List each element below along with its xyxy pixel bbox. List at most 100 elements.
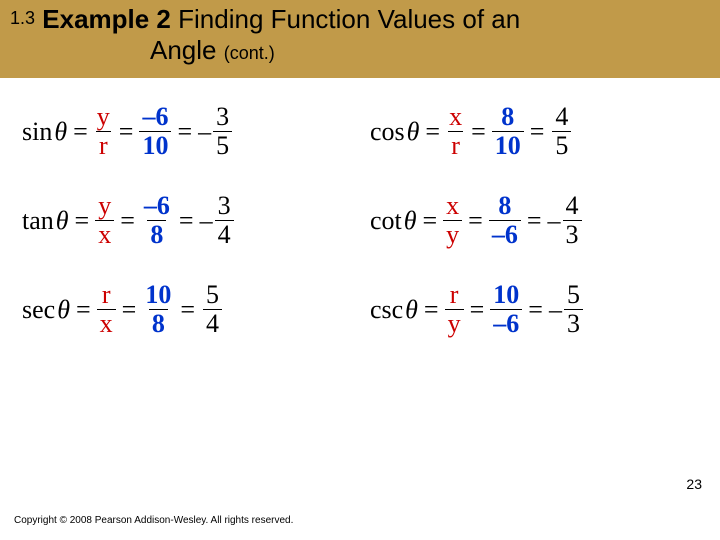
ratio-symbolic: y r bbox=[94, 104, 113, 159]
equals: = bbox=[120, 206, 135, 236]
equals: = bbox=[468, 206, 483, 236]
den: –6 bbox=[490, 309, 522, 337]
theta: θ bbox=[57, 295, 70, 325]
den: –6 bbox=[489, 220, 521, 248]
num: 4 bbox=[563, 193, 582, 220]
ratio-symbolic: x y bbox=[443, 193, 462, 248]
ratio-result: 3 4 bbox=[215, 193, 234, 248]
sec-equation: secθ = r x = 10 8 = 5 4 bbox=[22, 282, 370, 337]
copyright-text: Copyright © 2008 Pearson Addison-Wesley.… bbox=[14, 515, 293, 526]
equals: = bbox=[424, 295, 439, 325]
ratio-result: 4 5 bbox=[552, 104, 571, 159]
fn-name: tan bbox=[22, 206, 54, 236]
num: –6 bbox=[141, 193, 173, 220]
title-part-1: Finding Function Values of an bbox=[171, 4, 520, 34]
cot-equation: cotθ = x y = 8 –6 = – 4 3 bbox=[370, 193, 698, 248]
ratio-numeric: 8 10 bbox=[492, 104, 524, 159]
ratio-result: 5 3 bbox=[564, 282, 583, 337]
equals: = bbox=[73, 117, 88, 147]
equals: = bbox=[119, 117, 134, 147]
cos-equation: cosθ = x r = 8 10 = 4 5 bbox=[370, 104, 698, 159]
num: 8 bbox=[498, 104, 517, 131]
num: r bbox=[99, 282, 114, 309]
equals: = bbox=[179, 206, 194, 236]
ratio-symbolic: r y bbox=[445, 282, 464, 337]
title-part-2: Angle bbox=[150, 35, 217, 65]
ratio-symbolic: y x bbox=[95, 193, 114, 248]
ratio-symbolic: r x bbox=[97, 282, 116, 337]
den: 4 bbox=[203, 309, 222, 337]
fn-name: csc bbox=[370, 295, 403, 325]
equals: = bbox=[180, 295, 195, 325]
theta: θ bbox=[54, 117, 67, 147]
sign: – bbox=[548, 206, 561, 236]
theta: θ bbox=[56, 206, 69, 236]
sin-equation: sinθ = y r = –6 10 = – 3 5 bbox=[22, 104, 370, 159]
den: 8 bbox=[149, 309, 168, 337]
num: 10 bbox=[490, 282, 522, 309]
num: 5 bbox=[564, 282, 583, 309]
sign: – bbox=[200, 206, 213, 236]
theta: θ bbox=[404, 206, 417, 236]
sign: – bbox=[198, 117, 211, 147]
equals: = bbox=[527, 206, 542, 236]
num: –6 bbox=[139, 104, 171, 131]
header-line-2: Angle (cont.) bbox=[10, 35, 710, 66]
theta: θ bbox=[405, 295, 418, 325]
den: 10 bbox=[139, 131, 171, 159]
theta: θ bbox=[407, 117, 420, 147]
equation-row-3: secθ = r x = 10 8 = 5 4 cscθ = r y bbox=[22, 282, 698, 337]
fn-name: cos bbox=[370, 117, 405, 147]
equals: = bbox=[530, 117, 545, 147]
num: 4 bbox=[552, 104, 571, 131]
equals: = bbox=[75, 206, 90, 236]
header-line-1: 1.3 Example 2 Finding Function Values of… bbox=[10, 4, 710, 35]
num: 10 bbox=[142, 282, 174, 309]
ratio-numeric: 10 8 bbox=[142, 282, 174, 337]
den: 3 bbox=[563, 220, 582, 248]
ratio-result: 5 4 bbox=[203, 282, 222, 337]
equation-row-1: sinθ = y r = –6 10 = – 3 5 cosθ = x r bbox=[22, 104, 698, 159]
den: 10 bbox=[492, 131, 524, 159]
num: 8 bbox=[495, 193, 514, 220]
equals: = bbox=[528, 295, 543, 325]
ratio-result: 4 3 bbox=[563, 193, 582, 248]
ratio-symbolic: x r bbox=[446, 104, 465, 159]
csc-equation: cscθ = r y = 10 –6 = – 5 3 bbox=[370, 282, 698, 337]
den: r bbox=[96, 131, 111, 159]
equation-row-2: tanθ = y x = –6 8 = – 3 4 cotθ = x y bbox=[22, 193, 698, 248]
fn-name: cot bbox=[370, 206, 402, 236]
den: 5 bbox=[552, 131, 571, 159]
num: x bbox=[446, 104, 465, 131]
sign: – bbox=[549, 295, 562, 325]
fn-name: sec bbox=[22, 295, 55, 325]
num: r bbox=[447, 282, 462, 309]
example-label: Example 2 bbox=[42, 4, 171, 34]
slide-header: 1.3 Example 2 Finding Function Values of… bbox=[0, 0, 720, 78]
equals: = bbox=[470, 295, 485, 325]
page-number: 23 bbox=[686, 476, 702, 492]
den: y bbox=[445, 309, 464, 337]
num: 3 bbox=[215, 193, 234, 220]
slide-content: sinθ = y r = –6 10 = – 3 5 cosθ = x r bbox=[0, 78, 720, 337]
num: 3 bbox=[213, 104, 232, 131]
ratio-numeric: –6 10 bbox=[139, 104, 171, 159]
den: x bbox=[95, 220, 114, 248]
tan-equation: tanθ = y x = –6 8 = – 3 4 bbox=[22, 193, 370, 248]
den: 5 bbox=[213, 131, 232, 159]
den: 3 bbox=[564, 309, 583, 337]
continued-label: (cont.) bbox=[224, 43, 275, 63]
equals: = bbox=[425, 117, 440, 147]
num: 5 bbox=[203, 282, 222, 309]
ratio-result: 3 5 bbox=[213, 104, 232, 159]
num: y bbox=[94, 104, 113, 131]
den: x bbox=[97, 309, 116, 337]
ratio-numeric: –6 8 bbox=[141, 193, 173, 248]
den: 8 bbox=[147, 220, 166, 248]
equals: = bbox=[471, 117, 486, 147]
fn-name: sin bbox=[22, 117, 52, 147]
ratio-numeric: 8 –6 bbox=[489, 193, 521, 248]
equals: = bbox=[76, 295, 91, 325]
equals: = bbox=[177, 117, 192, 147]
equals: = bbox=[122, 295, 137, 325]
